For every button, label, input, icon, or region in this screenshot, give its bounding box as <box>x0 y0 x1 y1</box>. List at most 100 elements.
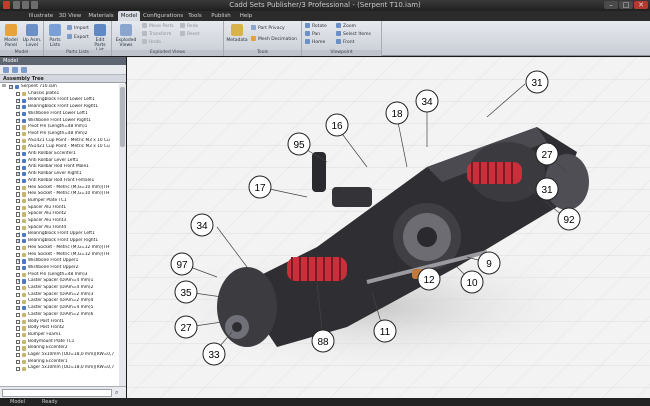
callout-balloon[interactable]: 27 <box>535 142 559 166</box>
tree-checkbox[interactable] <box>16 319 21 324</box>
callout-balloon[interactable]: 11 <box>373 319 397 343</box>
tree-checkbox[interactable] <box>16 312 21 318</box>
reset-button[interactable]: Reset <box>180 31 200 38</box>
tree-item[interactable]: Bearingblock Front Lower Left1 <box>0 97 119 104</box>
tree-item[interactable]: Anti Rollbar Rod Front Female1 <box>0 178 119 184</box>
collapse-icon[interactable] <box>21 67 27 73</box>
mesh-decimation-button[interactable]: Mesh Decimation <box>251 36 297 43</box>
front-view-button[interactable]: Front <box>336 39 354 46</box>
tree-search-input[interactable] <box>2 389 112 397</box>
zoom-button[interactable]: Zoom <box>336 23 356 30</box>
tree-item[interactable]: Body Post Front1 <box>0 319 119 326</box>
home-button[interactable]: Home <box>305 39 325 46</box>
tree-checkbox[interactable] <box>16 299 21 304</box>
tab-model[interactable]: Model <box>118 11 140 21</box>
tree-checkbox[interactable] <box>9 85 14 91</box>
tree-checkbox[interactable] <box>16 165 21 171</box>
tree-checkbox[interactable] <box>16 212 21 217</box>
tree-item[interactable]: Bumper Plate TC1 <box>0 198 119 205</box>
callout-balloon[interactable]: 10 <box>460 270 484 294</box>
tree-checkbox[interactable] <box>16 192 21 197</box>
tree-root[interactable]: ⊟ Serpent 710.iam <box>0 84 119 91</box>
tab-illustrate[interactable]: Illustrate <box>28 11 54 21</box>
tree-checkbox[interactable] <box>16 245 21 251</box>
callout-balloon[interactable]: 16 <box>325 113 349 137</box>
tree-checkbox[interactable] <box>16 272 21 277</box>
callout-balloon[interactable]: 95 <box>287 132 311 156</box>
tree-checkbox[interactable] <box>16 132 21 137</box>
callout-balloon[interactable]: 35 <box>174 280 198 304</box>
tree-item[interactable]: Caster Spacer (DiAm=4 mm)2 <box>0 285 119 292</box>
callout-balloon[interactable]: 9 <box>477 251 501 275</box>
tree-item[interactable]: Wishbone Front Upper1 <box>0 258 119 265</box>
tree-checkbox[interactable] <box>16 205 21 210</box>
callout-balloon[interactable]: 12 <box>417 267 441 291</box>
callout-balloon[interactable]: 31 <box>535 177 559 201</box>
minimize-button[interactable]: – <box>604 1 618 9</box>
tree-checkbox[interactable] <box>16 292 21 298</box>
close-button[interactable]: ✕ <box>634 1 648 9</box>
tree-checkbox[interactable] <box>16 185 21 190</box>
move-parts-button[interactable]: Move Parts <box>142 23 174 30</box>
expand-icon[interactable] <box>12 67 18 73</box>
tree-checkbox[interactable] <box>16 366 21 371</box>
tree-checkbox[interactable] <box>16 239 21 245</box>
tree-item[interactable]: AS1421 Cup Point - Metric M3 x 10 Cu <box>0 138 119 145</box>
import-button[interactable]: Import <box>67 25 89 32</box>
tree-scrollbar[interactable] <box>119 84 126 386</box>
tree-item[interactable]: Anti Rollbar Eccenter1 <box>0 151 119 158</box>
tree-checkbox[interactable] <box>16 359 21 365</box>
tab-publish[interactable]: Publish <box>208 11 234 21</box>
tree-item[interactable]: Spacer Alu Front3 <box>0 218 119 225</box>
tree-item[interactable]: Bearingblock Front Upper Left1 <box>0 231 119 238</box>
tree-item[interactable]: Caster Spacer (DiAm=4 mm)5 <box>0 305 119 312</box>
tab-help[interactable]: Help <box>236 11 256 21</box>
tree-scrollbar-thumb[interactable] <box>120 87 125 147</box>
tree-item[interactable]: Hex Socket - Metric (M,G=12 mm)[TH <box>0 245 119 252</box>
tree-checkbox[interactable] <box>16 266 21 272</box>
tree-checkbox[interactable] <box>16 346 21 351</box>
tree-item[interactable]: Bearingblock Front Lower Right1 <box>0 104 119 111</box>
tree-checkbox[interactable] <box>16 172 21 178</box>
tree-item[interactable]: Bodymount Plate TC1 <box>0 339 119 346</box>
tree-item[interactable]: Anti Rollbar Rod Front Male1 <box>0 164 119 171</box>
tree-checkbox[interactable] <box>16 279 21 285</box>
tree-item[interactable]: Anti Rollbar Lever Right1 <box>0 171 119 178</box>
tree-item[interactable]: Spacer Alu Front1 <box>0 205 119 212</box>
tab-configurations[interactable]: Configurations <box>143 11 183 21</box>
undo-button[interactable]: Undo <box>142 39 161 46</box>
tree-item[interactable]: Caster Spacer (DiAm=2 mm)3 <box>0 292 119 299</box>
tree-checkbox[interactable] <box>16 158 21 164</box>
tab-3d-view[interactable]: 3D View <box>57 11 83 21</box>
export-button[interactable]: Export <box>67 34 89 41</box>
tree-item[interactable]: Hex Socket - Metric (M,G=10 mm)[TH <box>0 185 119 192</box>
tree-item[interactable]: AS1421 Cup Point - Metric M3 x 10 Cu <box>0 144 119 151</box>
viewport-canvas[interactable]: 31 34 18 16 95 27 31 92 17 34 97 35 27 3… <box>127 57 650 398</box>
tab-tools[interactable]: Tools <box>184 11 206 21</box>
redo-button[interactable]: Redo <box>180 23 198 30</box>
tree-checkbox[interactable] <box>16 225 21 231</box>
3d-viewport[interactable]: 31 34 18 16 95 27 31 92 17 34 97 35 27 3… <box>127 57 650 398</box>
rotate-button[interactable]: Rotate <box>305 23 327 30</box>
pan-button[interactable]: Pan <box>305 31 320 38</box>
tree-item[interactable]: Wishbone Front Lower Right1 <box>0 118 119 124</box>
collapse-toggle-icon[interactable]: ⊟ <box>2 84 6 91</box>
tree-checkbox[interactable] <box>16 105 21 111</box>
tree-item[interactable]: Bearing Eccenter2 <box>0 345 119 352</box>
tree-checkbox[interactable] <box>16 118 21 124</box>
tree-item[interactable]: Anti Rollbar Lever Left1 <box>0 158 119 164</box>
model-panel-button[interactable]: Model Panel <box>1 23 21 49</box>
callout-balloon[interactable]: 18 <box>385 101 409 125</box>
tree-checkbox[interactable] <box>16 326 21 331</box>
tree-checkbox[interactable] <box>16 259 21 265</box>
tree-item[interactable]: Pivot Pin (Length=48 mm)3 <box>0 272 119 279</box>
maximize-button[interactable]: □ <box>619 1 633 9</box>
tree-item[interactable]: Bearingblock Front Upper Right1 <box>0 238 119 245</box>
tree-checkbox[interactable] <box>16 138 21 143</box>
transform-button[interactable]: Transform <box>142 31 171 38</box>
select-items-button[interactable]: Select Items <box>336 31 371 38</box>
tree-checkbox[interactable] <box>16 98 21 104</box>
callout-balloon[interactable]: 97 <box>170 252 194 276</box>
search-icon[interactable]: ⌕ <box>115 389 118 397</box>
tree-item[interactable]: Lager 5x10mm [OD=18,0 mm][RW=0,7 <box>0 365 119 372</box>
